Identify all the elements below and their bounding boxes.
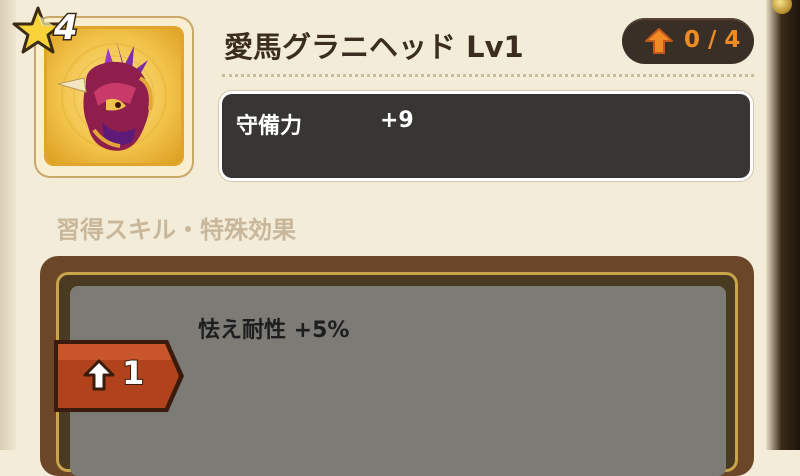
rarity-badge: 4 bbox=[12, 6, 98, 54]
skill-effect-text: 怯え耐性 +5% bbox=[198, 318, 350, 343]
item-title: 愛馬グラニヘッド Lv1 bbox=[224, 30, 524, 64]
stat-value-defense: +9 bbox=[380, 108, 414, 133]
orange-up-arrow-icon bbox=[645, 28, 673, 54]
left-frame-edge bbox=[0, 0, 16, 450]
frame-gem-ornament bbox=[772, 0, 792, 14]
skill-level-number: 1 bbox=[121, 353, 145, 393]
stat-name-defense: 守備力 bbox=[236, 114, 303, 139]
skill-level-tab[interactable]: 1 bbox=[52, 336, 186, 416]
level-tab-shape bbox=[54, 340, 184, 412]
title-divider bbox=[222, 74, 754, 77]
skills-section-title: 習得スキル・特殊効果 bbox=[56, 216, 296, 244]
rarity-number: 4 bbox=[53, 7, 80, 50]
stats-panel: 守備力 +9 bbox=[222, 94, 750, 178]
upgrade-count-badge[interactable]: 0 / 4 bbox=[622, 18, 754, 64]
right-frame-edge bbox=[766, 0, 800, 450]
upgrade-count: 0 / 4 bbox=[684, 27, 741, 53]
white-up-arrow-icon bbox=[83, 359, 115, 391]
